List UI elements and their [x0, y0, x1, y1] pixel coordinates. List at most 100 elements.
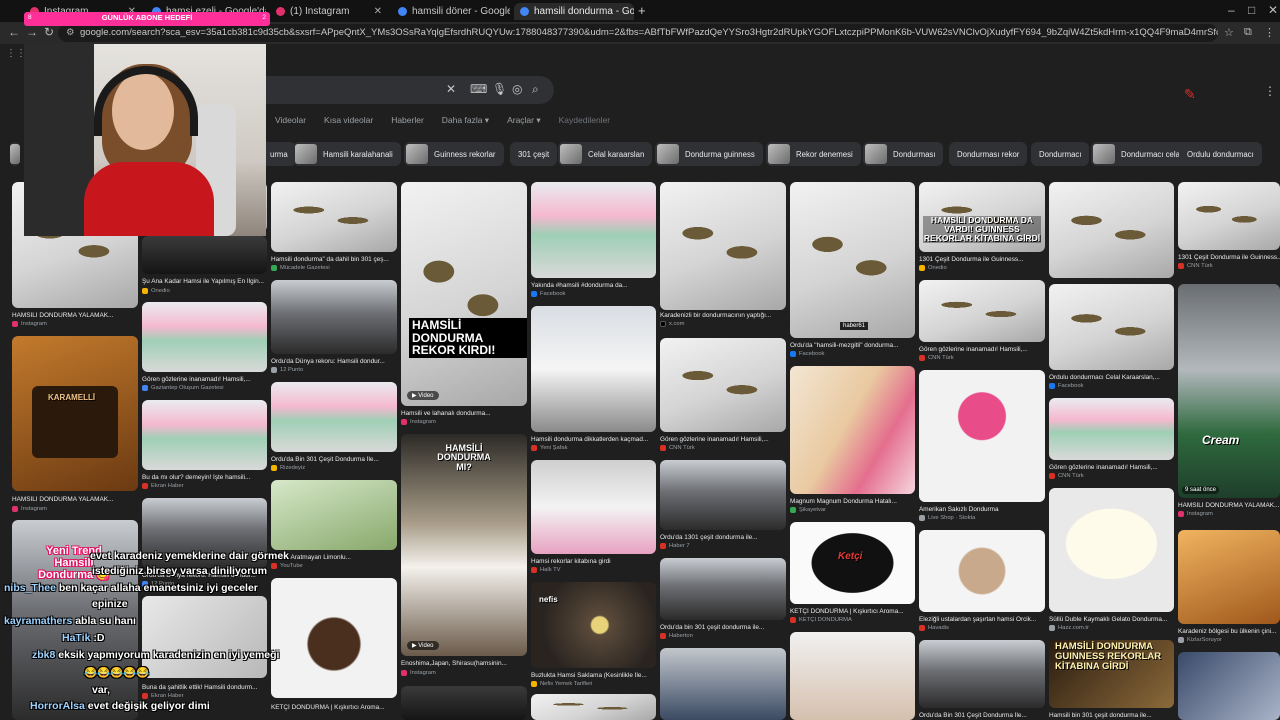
chip[interactable]: Dondurmacı celal	[1091, 142, 1190, 166]
image-result[interactable]: Ordu'da 1301 çeşit dondurma ile... Haber…	[660, 460, 786, 552]
chip-thumb[interactable]	[10, 142, 20, 166]
apps-grid-icon[interactable]: ⋮⋮	[6, 48, 26, 59]
url-text: google.com/search?sca_esv=35a1cb381c9d35…	[80, 27, 1218, 38]
chip[interactable]: Rekor denemesi	[766, 142, 861, 166]
image-result[interactable]: Ordu'da Dünya rekoru: Hamsili dondur... …	[271, 280, 397, 376]
chip[interactable]: Dondurması	[863, 142, 944, 166]
image-result[interactable]: Amerikan Sakızlı Dondurma Live Shop · St…	[919, 370, 1045, 524]
image-result[interactable]: nefis Buzlukta Hamsi Saklama (Kesinlikle…	[531, 582, 656, 690]
tab-hamsili-dondurma[interactable]: hamsili dondurma - Google'da ✕	[514, 3, 634, 20]
image-result[interactable]: Magnum Magnum Dondurma Hatalı... Şikayet…	[790, 366, 915, 516]
chip[interactable]: Celal karaarslan	[558, 142, 653, 166]
image-result[interactable]: Ketçi KETÇİ DONDURMA | Kışkırtıcı Aroma.…	[790, 522, 915, 626]
image-result[interactable]: KETÇİ DONDURMA | Kışkırtıcı Aroma...	[271, 578, 397, 720]
image-result[interactable]	[531, 694, 656, 720]
close-icon[interactable]: ✕	[374, 6, 382, 17]
lens-icon[interactable]: ◎	[512, 82, 522, 96]
microphone-icon[interactable]: 🎙	[492, 82, 507, 96]
result-title: Hamsi Aratmayan Limonlu...	[271, 554, 351, 561]
image-result[interactable]: HAMSİLİ DONDURMA REKOR KIRDI! ▶ Video Ha…	[401, 182, 527, 428]
chip[interactable]: Ordulu dondurmacı	[1179, 142, 1262, 166]
chip[interactable]: Dondurmacı	[1031, 142, 1090, 166]
image-result[interactable]: HAMSİLİ DONDURMA DA VARDI! GUINNESS REKO…	[919, 182, 1045, 274]
tab-instagram-2[interactable]: (1) Instagram ✕	[270, 3, 388, 20]
image-result[interactable]: Süllü Duble Kaymaklı Gelato Dondurma... …	[1049, 488, 1174, 634]
image-result[interactable]: Yakında #hamsili #dondurma da... Faceboo…	[531, 182, 656, 300]
result-title: Magnum Magnum Dondurma Hatalı...	[790, 498, 897, 505]
image-result[interactable]	[401, 686, 527, 720]
image-result[interactable]	[790, 632, 915, 720]
site-info-icon[interactable]: ⚙	[66, 24, 75, 42]
chip[interactable]: Dondurma guinness	[655, 142, 763, 166]
filter-short-videos[interactable]: Kısa videolar	[324, 115, 373, 126]
keyboard-icon[interactable]: ⌨	[470, 82, 487, 96]
result-image	[660, 558, 786, 620]
search-input[interactable]: ✕ ⌨ 🎙 ◎ ⌕	[266, 76, 554, 104]
filter-videos[interactable]: Videolar	[275, 115, 306, 126]
image-result[interactable]: Bu da mı olur? demeyin! İşte hamsili... …	[142, 400, 267, 492]
reload-icon[interactable]: ↻	[44, 25, 54, 39]
image-caption: Ketçi	[838, 551, 863, 562]
result-image	[271, 480, 397, 550]
new-tab-button[interactable]: +	[638, 3, 646, 18]
result-image	[1049, 182, 1174, 278]
image-result[interactable]: haber61 Ordu'da "hamsili-mezgitli" dondu…	[790, 182, 915, 360]
chip[interactable]: Guinness rekorlar	[404, 142, 504, 166]
chip[interactable]: Hamsili karalahanali	[293, 142, 401, 166]
image-result[interactable]: Karadenizli bir dondurmacının yaptığı...…	[660, 182, 786, 332]
chip-label: urma	[270, 149, 288, 159]
image-result[interactable]: Karadeniz bölgesi bu ülkenin çini... Kiz…	[1178, 530, 1280, 646]
clear-icon[interactable]: ✕	[446, 82, 456, 96]
address-bar[interactable]: ⚙ google.com/search?sca_esv=35a1cb381c9d…	[58, 24, 1218, 42]
image-result[interactable]: KARAMELLİ HAMSİLİ DONDURMA YALAMAK... In…	[12, 336, 138, 516]
maximize-icon[interactable]: □	[1248, 3, 1255, 17]
image-result[interactable]: Buna da şahitlik ettik! Hamsili dondurm.…	[142, 596, 267, 700]
filter-news[interactable]: Haberler	[391, 115, 424, 126]
extensions-icon[interactable]: ⧉	[1244, 26, 1252, 39]
image-result[interactable]: Ordu'da bin 301 çeşit dondurma ile... Ha…	[660, 558, 786, 642]
image-result[interactable]: Gören gözlerine inanamadı! Hamsili,... C…	[660, 338, 786, 454]
image-result[interactable]: Ordu'da Bin 301 Çeşit Dondurma İle... Ri…	[271, 382, 397, 474]
chip[interactable]: urma	[262, 142, 296, 166]
minimize-icon[interactable]: –	[1228, 3, 1235, 17]
filter-more[interactable]: Daha fazla ▾	[442, 115, 489, 126]
chip-label: Ordulu dondurmacı	[1187, 149, 1254, 159]
image-result[interactable]: Hamsili dondurma" da dahil bin 301 çeş..…	[271, 182, 397, 274]
chip[interactable]: 301 çeşit	[510, 142, 558, 166]
video-badge: ▶ Video	[407, 641, 439, 650]
image-result[interactable]: Gören gözlerine inanamadı! Hamsili,... C…	[919, 280, 1045, 364]
image-caption: haber61	[840, 322, 869, 330]
chip[interactable]: Dondurması rekor	[949, 142, 1028, 166]
result-title: Gören gözlerine inanamadı! Hamsili,...	[919, 346, 1028, 353]
image-result[interactable]: Hamsi Aratmayan Limonlu... YouTube	[271, 480, 397, 572]
back-icon[interactable]: ←	[8, 25, 20, 39]
image-result[interactable]: Eleziğli ustalardan şaşırtan hamsi Orcik…	[919, 530, 1045, 634]
image-result[interactable]: Cream 9 saat önce HAMSİLİ DONDURMA YALAM…	[1178, 284, 1280, 524]
image-result[interactable]: Gören gözlerine inanamadı! Hamsili,... G…	[142, 302, 267, 394]
image-result[interactable]: Ordu'da Bin 301 Çeşit Dondurma İle...	[919, 640, 1045, 720]
menu-dots-icon[interactable]: ⋮	[1264, 26, 1275, 39]
forward-icon[interactable]: →	[26, 25, 38, 39]
google-apps-icon[interactable]: ⋮⋮	[1264, 84, 1280, 98]
image-result[interactable]: HAMSİLİ DONDURMA MI? ▶ Video Enoshima,Ja…	[401, 434, 527, 680]
chip-thumbnail	[657, 144, 679, 164]
image-result[interactable]: Gören gözlerine inanamadı! Hamsili,... C…	[1049, 398, 1174, 482]
image-result[interactable]: Şu Ana Kadar Hamsi ile Yapılmış En İlgin…	[142, 236, 267, 296]
tab-hamsili-doner[interactable]: hamsili döner - Google'da Ara ✕	[392, 3, 510, 20]
bookmark-star-icon[interactable]: ☆	[1224, 26, 1234, 39]
result-title: Enoshima,Japan, Shirasu(hamsinin...	[401, 660, 507, 667]
close-window-icon[interactable]: ✕	[1268, 3, 1278, 17]
image-result[interactable]	[1178, 652, 1280, 720]
image-caption: HAMSİLİ DONDURMA DA VARDI! GUINNESS REKO…	[923, 215, 1041, 243]
search-icon[interactable]: ⌕	[532, 82, 539, 97]
image-result[interactable]: HAMSİLİ DONDURMA GUINNESS REKORLAR KİTAB…	[1049, 640, 1174, 720]
image-result[interactable]	[1049, 182, 1174, 278]
image-result[interactable]	[660, 648, 786, 720]
image-result[interactable]: 1301 Çeşit Dondurma ile Guinness... CNN …	[1178, 182, 1280, 272]
image-result[interactable]: Hamsili dondurma dikkatlerden kaçmad... …	[531, 306, 656, 454]
filter-saved[interactable]: Kaydedilenler	[559, 115, 611, 126]
filter-tools[interactable]: Araçlar ▾	[507, 115, 541, 126]
result-image	[531, 460, 656, 554]
image-result[interactable]: Ordulu dondurmacı Celal Karaarslan,... F…	[1049, 284, 1174, 392]
image-result[interactable]: Hamsi rekorlar kitabına girdi Halk TV	[531, 460, 656, 576]
